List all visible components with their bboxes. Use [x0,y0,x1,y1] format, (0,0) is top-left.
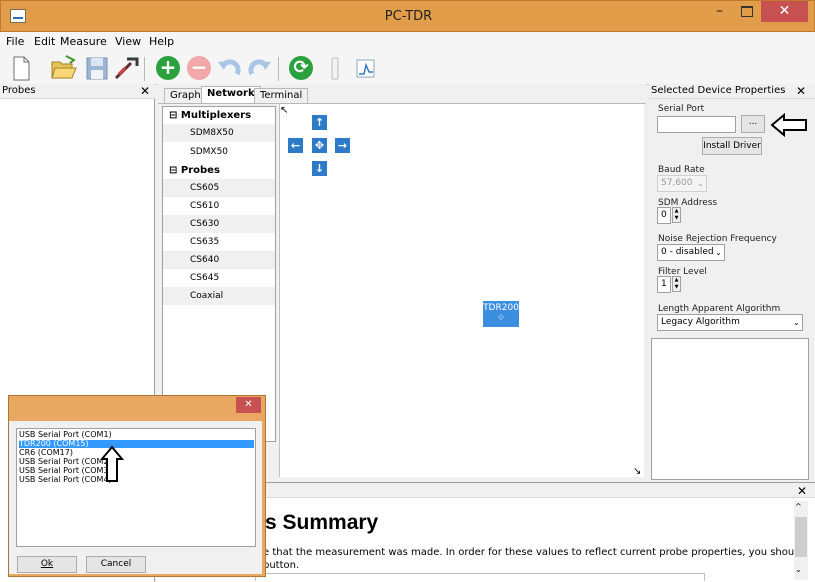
tree-group-probes[interactable]: ⊟ Probes [169,165,220,176]
noise-rejection-label: Noise Rejection Frequency [658,234,777,244]
callout-arrow-left-icon [770,113,807,137]
tree-item-cs605[interactable]: CS605 [190,183,219,193]
summary-text-line2: button. [263,560,300,571]
port-item[interactable]: CR6 (COM17) [19,449,254,457]
callout-arrow-up-icon [100,445,124,482]
tree-item-sdm8x50[interactable]: SDM8X50 [190,128,234,138]
redo-icon[interactable] [246,54,274,82]
node-port-icon: ◇ [498,313,504,321]
chevron-down-icon: ⌄ [697,179,704,188]
minimize-button[interactable]: – [706,1,733,22]
summary-panel-close-icon[interactable]: ✕ [797,485,807,497]
pan-center-button[interactable]: ✥ [312,138,327,153]
tdr200-device-node[interactable]: TDR200 ◇ [483,301,519,327]
title-bar: PC-TDR [0,0,815,32]
port-item-selected[interactable]: TDR200 (COM15) [19,440,254,448]
summary-heading: s Summary [265,511,379,534]
tree-item-cs610[interactable]: CS610 [190,201,219,211]
toolbar: + − ⟳ [0,52,815,85]
add-icon[interactable]: + [154,54,182,82]
network-canvas[interactable] [279,104,644,477]
ok-button[interactable]: Ok [17,556,77,573]
probes-panel-close-icon[interactable]: ✕ [140,85,150,97]
menu-bar: File Edit Measure View Help [0,32,815,52]
save-icon[interactable] [83,54,111,82]
baud-rate-select: 57,600 ⌄ [657,175,707,192]
filter-level-stepper[interactable]: ▲ ▼ [672,276,681,292]
tree-item-sdmx50[interactable]: SDMX50 [190,147,228,157]
menu-measure[interactable]: Measure [60,35,107,48]
algorithm-label: Length Apparent Algorithm [658,304,781,314]
port-item[interactable]: USB Serial Port (COM2) [19,458,254,466]
scrollbar-thumb[interactable] [795,517,807,557]
browse-port-button[interactable]: ... [741,115,765,133]
summary-scrollbar[interactable]: ^ ⌄ [794,501,808,580]
port-item[interactable]: USB Serial Port (COM3) [19,467,254,475]
pan-right-button[interactable]: → [335,138,350,153]
tree-item-cs640[interactable]: CS640 [190,255,219,265]
battery-icon[interactable] [321,54,349,82]
node-label: TDR200 [483,303,519,313]
waveform-icon[interactable] [352,54,380,82]
probes-panel-header: Probes ✕ [0,84,155,99]
tab-network[interactable]: Network [201,86,261,103]
port-item[interactable]: USB Serial Port (COM1) [19,431,254,439]
pan-left-button[interactable]: ← [288,138,303,153]
sdm-address-input[interactable]: 0 [657,207,671,224]
dialog-close-button[interactable]: ✕ [236,397,261,413]
port-item[interactable]: USB Serial Port (COM4) [19,476,254,484]
menu-help[interactable]: Help [149,35,174,48]
algorithm-select[interactable]: Legacy Algorithm ⌄ [657,314,803,331]
properties-panel-header: Selected Device Properties ✕ [649,84,815,99]
tab-terminal[interactable]: Terminal [254,88,309,103]
chevron-down-icon: ⌄ [715,248,722,257]
properties-panel: Selected Device Properties ✕ Serial Port… [649,84,815,481]
tree-group-multiplexers[interactable]: ⊟ Multiplexers [169,110,251,121]
undo-icon[interactable] [215,54,243,82]
menu-file[interactable]: File [6,35,24,48]
corner-arrow-icon: ↖ [280,105,289,116]
tree-item-cs635[interactable]: CS635 [190,237,219,247]
remove-icon[interactable]: − [185,54,213,82]
filter-level-input[interactable]: 1 [657,276,671,293]
baud-rate-label: Baud Rate [658,165,705,175]
device-tree: ⊟ Multiplexers SDM8X50 SDMX50 ⊟ Probes C… [162,106,276,442]
property-description-box [651,338,809,480]
chevron-down-icon: ⌄ [793,318,800,327]
corner-arrow-icon: ↘ [633,466,642,477]
tree-item-cs630[interactable]: CS630 [190,219,219,229]
window-title: PC-TDR [384,9,433,24]
tree-item-coaxial[interactable]: Coaxial [190,291,223,301]
refresh-icon[interactable]: ⟳ [287,54,315,82]
menu-edit[interactable]: Edit [34,35,55,48]
serial-port-input[interactable] [657,116,736,133]
port-list[interactable]: USB Serial Port (COM1) TDR200 (COM15) CR… [16,428,256,547]
properties-panel-title: Selected Device Properties [651,85,786,96]
serial-port-label: Serial Port [658,104,705,114]
tree-item-cs645[interactable]: CS645 [190,273,219,283]
scroll-up-icon[interactable]: ^ [795,502,802,511]
probes-panel-title: Probes [2,85,36,96]
pan-down-button[interactable]: ↓ [312,161,327,176]
summary-text-line1: e that the measurement was made. In orde… [263,547,804,558]
close-window-button[interactable]: ✕ [761,1,808,22]
noise-rejection-select[interactable]: 0 - disabled ⌄ [657,244,725,261]
summary-table [255,573,705,581]
menu-view[interactable]: View [115,35,141,48]
probe-icon[interactable] [113,54,141,82]
pan-up-button[interactable]: ↑ [312,115,327,130]
new-file-icon[interactable] [6,54,34,82]
sdm-address-stepper[interactable]: ▲ ▼ [672,207,681,223]
properties-panel-close-icon[interactable]: ✕ [796,85,806,97]
scroll-down-icon[interactable]: ⌄ [795,565,802,574]
maximize-button[interactable] [733,1,760,22]
cancel-button[interactable]: Cancel [86,556,146,573]
open-folder-icon[interactable] [50,54,78,82]
install-driver-button[interactable]: Install Driver [702,137,762,155]
